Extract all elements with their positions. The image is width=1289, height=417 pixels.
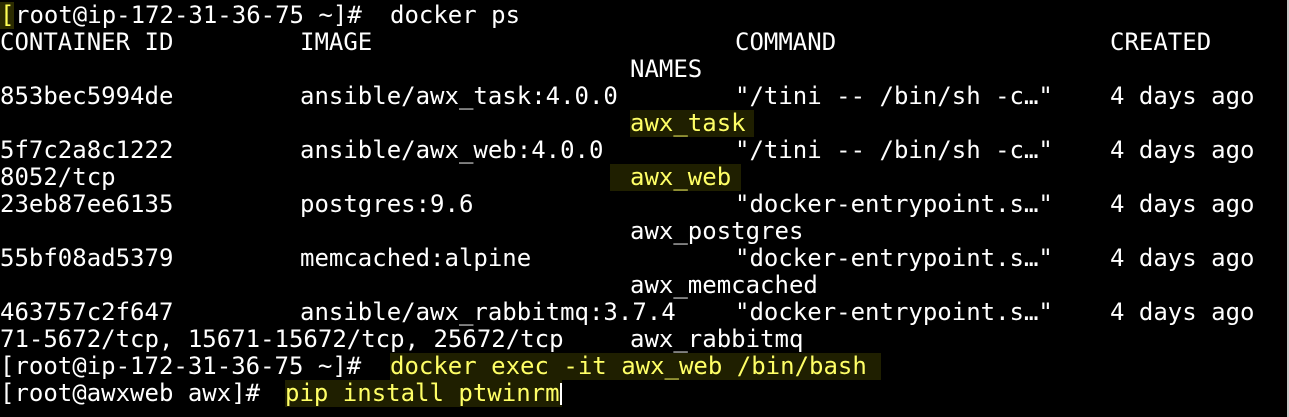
container-created: 4 days ago [1110,298,1255,326]
container-command: "docker-entrypoint.s…" [735,244,1053,272]
prompt-text: root@ip-172-31-36-75 ~]# [15,1,377,29]
table-row: 23eb87ee6135 postgres:9.6 "docker-entryp… [0,191,1255,218]
container-image: ansible/awx_task:4.0.0 [300,82,618,110]
prompt-text: [root@awxweb awx]# [0,379,275,407]
command-text: docker ps [390,1,521,29]
table-row: 463757c2f647 ansible/awx_rabbitmq:3.7.4 … [0,299,1255,326]
command-text: docker exec -it awx_web /bin/bash [390,353,881,380]
container-image: postgres:9.6 [300,190,474,218]
container-id: 853bec5994de [0,82,174,110]
container-name: awx_web [610,164,742,191]
header-names: NAMES [630,55,703,83]
command-text: pip install ptwinrm [285,379,560,407]
container-command: "/tini -- /bin/sh -c…" [735,82,1053,110]
table-header-wrap: NAMES [0,56,702,83]
container-created: 4 days ago [1110,82,1255,110]
prompt-line-2: [root@ip-172-31-36-75 ~]# docker exec -i… [0,353,881,380]
table-row: 5f7c2a8c1222 ansible/awx_web:4.0.0 "/tin… [0,137,1255,164]
container-id: 55bf08ad5379 [0,244,174,272]
container-image: memcached:alpine [300,244,532,272]
container-id: 5f7c2a8c1222 [0,136,174,164]
header-command: COMMAND [735,28,837,56]
container-created: 4 days ago [1110,244,1255,272]
container-name: awx_task [630,110,754,137]
command-input[interactable]: pip install ptwinrm [285,380,562,407]
container-id: 463757c2f647 [0,298,174,326]
prompt-line-1: [ root@ip-172-31-36-75 ~]# docker ps [0,1,520,29]
container-created: 4 days ago [1110,190,1255,218]
table-row: 853bec5994de ansible/awx_task:4.0.0 "/ti… [0,83,1255,110]
terminal-window[interactable]: [ root@ip-172-31-36-75 ~]# docker ps CON… [0,0,1289,417]
container-name: awx_memcached [630,271,818,299]
table-row-wrap: 71-5672/tcp, 15671-15672/tcp, 25672/tcp … [0,326,803,353]
container-command: "docker-entrypoint.s…" [735,190,1053,218]
table-row-wrap: awx_task [0,110,754,137]
table-row: 55bf08ad5379 memcached:alpine "docker-en… [0,245,1255,272]
container-created: 4 days ago [1110,136,1255,164]
table-header: CONTAINER ID IMAGE COMMAND CREATED [0,29,1211,56]
prompt-line-3[interactable]: [root@awxweb awx]# pip install ptwinrm [0,380,562,407]
table-row-wrap: awx_postgres [0,218,803,245]
container-id: 23eb87ee6135 [0,190,174,218]
header-image: IMAGE [300,28,373,56]
container-command: "docker-entrypoint.s…" [735,298,1053,326]
container-image: ansible/awx_web:4.0.0 [300,136,604,164]
table-row-wrap: 8052/tcp awx_web [0,164,742,191]
prompt-bracket-open: [ [0,1,15,29]
prompt-text: [root@ip-172-31-36-75 ~]# [0,352,376,380]
table-row-wrap: awx_memcached [0,272,818,299]
container-name: awx_rabbitmq [630,325,804,353]
container-command: "/tini -- /bin/sh -c…" [735,136,1053,164]
header-container-id: CONTAINER ID [0,28,174,56]
header-created: CREATED [1110,28,1212,56]
container-image: ansible/awx_rabbitmq:3.7.4 [300,298,676,326]
container-ports: 8052/tcp [0,163,116,191]
container-ports: 71-5672/tcp, 15671-15672/tcp, 25672/tcp [0,325,564,353]
container-name: awx_postgres [630,217,804,245]
text-cursor [559,383,562,405]
